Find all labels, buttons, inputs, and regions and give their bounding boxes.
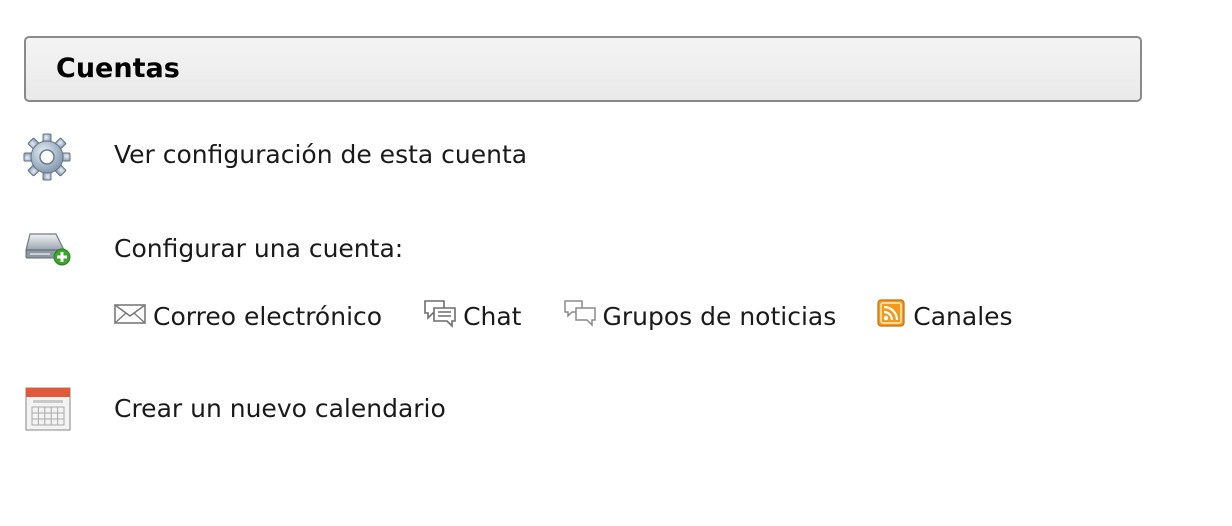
newsgroup-account-label: Grupos de noticias (602, 301, 837, 331)
newsgroup-icon (562, 298, 603, 334)
view-settings-label: Ver configuración de esta cuenta (114, 140, 528, 169)
newsgroup-account-link[interactable]: Grupos de noticias (562, 298, 837, 334)
feeds-account-label: Canales (913, 301, 1013, 331)
section-title: Cuentas (56, 53, 180, 84)
section-header: Cuentas (24, 36, 1142, 102)
rss-icon (876, 298, 913, 334)
account-types: Correo electrónico Chat Grupos de notici… (114, 296, 1013, 336)
view-settings-link[interactable]: Ver configuración de esta cuenta (0, 130, 600, 181)
feeds-account-link[interactable]: Canales (876, 298, 1013, 334)
email-account-link[interactable]: Correo electrónico (114, 302, 382, 331)
envelope-icon (114, 302, 153, 331)
chat-account-link[interactable]: Chat (422, 298, 522, 334)
add-account-icon (24, 230, 74, 270)
setup-account-label: Configurar una cuenta: (114, 234, 404, 263)
setup-account-row: Configurar una cuenta: (0, 224, 600, 274)
gear-icon (22, 132, 72, 186)
chat-account-label: Chat (463, 301, 522, 331)
email-account-label: Correo electrónico (153, 301, 383, 331)
chat-icon (422, 298, 463, 334)
calendar-icon (24, 386, 72, 436)
new-calendar-label: Crear un nuevo calendario (114, 394, 446, 423)
new-calendar-link[interactable]: Crear un nuevo calendario (0, 384, 600, 434)
